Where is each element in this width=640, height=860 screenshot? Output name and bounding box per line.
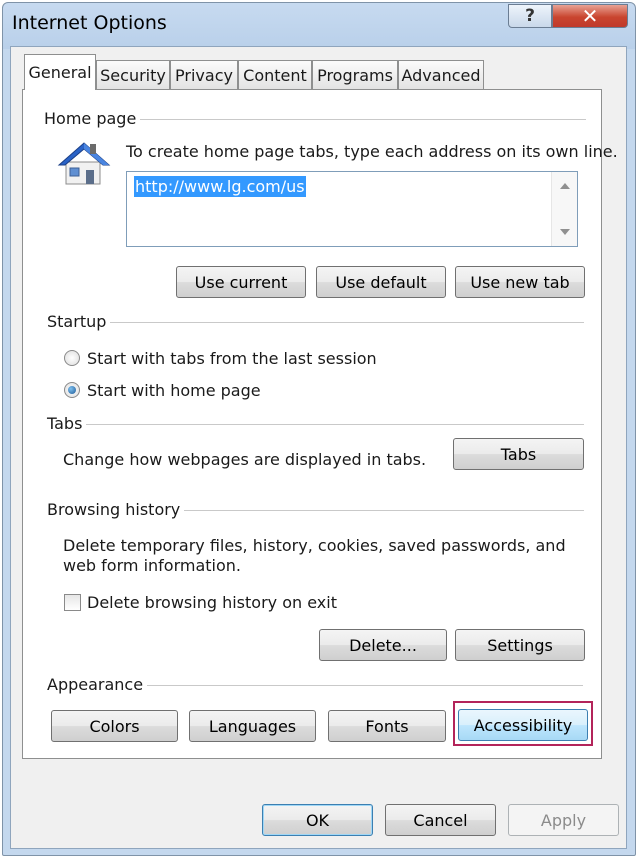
browsing-history-description-2: web form information. xyxy=(63,556,241,575)
radio-home-page-label[interactable]: Start with home page xyxy=(87,381,261,400)
close-icon: ✕ xyxy=(581,4,599,28)
tabs-group-label: Tabs xyxy=(47,414,87,433)
home-page-group-label: Home page xyxy=(44,109,141,128)
radio-last-session-label[interactable]: Start with tabs from the last session xyxy=(87,349,377,368)
radio-last-session[interactable] xyxy=(64,350,80,366)
url-scrollbar[interactable] xyxy=(551,172,577,246)
history-settings-button[interactable]: Settings xyxy=(455,629,585,661)
tabs-description: Change how webpages are displayed in tab… xyxy=(63,450,427,469)
browsing-history-description-1: Delete temporary files, history, cookies… xyxy=(63,536,566,555)
cancel-button[interactable]: Cancel xyxy=(385,804,496,836)
tab-privacy[interactable]: Privacy xyxy=(170,60,238,89)
delete-on-exit-checkbox[interactable] xyxy=(64,594,81,611)
use-current-button[interactable]: Use current xyxy=(176,266,306,298)
home-page-instructions: To create home page tabs, type each addr… xyxy=(126,142,618,161)
accessibility-highlight-box xyxy=(453,701,593,746)
close-button[interactable]: ✕ xyxy=(552,4,628,28)
tab-content[interactable]: Content xyxy=(238,60,312,89)
appearance-divider xyxy=(145,685,583,686)
appearance-group-label: Appearance xyxy=(47,675,148,694)
ok-button[interactable]: OK xyxy=(262,804,373,836)
delete-button[interactable]: Delete... xyxy=(319,629,447,661)
apply-button: Apply xyxy=(508,804,619,836)
home-page-url-value: http://www.lg.com/us xyxy=(134,176,306,197)
tab-security[interactable]: Security xyxy=(96,60,170,89)
window-title: Internet Options xyxy=(12,12,167,34)
use-default-button[interactable]: Use default xyxy=(316,266,446,298)
house-icon xyxy=(57,142,111,185)
browsing-history-group-label: Browsing history xyxy=(47,500,185,519)
radio-home-page[interactable] xyxy=(64,382,80,398)
scroll-up-icon[interactable] xyxy=(560,183,570,189)
scroll-down-icon[interactable] xyxy=(560,229,570,235)
tabs-divider xyxy=(47,424,584,425)
tab-programs[interactable]: Programs xyxy=(312,60,398,89)
help-icon: ? xyxy=(525,6,535,26)
home-page-url-textarea[interactable]: http://www.lg.com/us xyxy=(126,171,578,247)
use-new-tab-button[interactable]: Use new tab xyxy=(455,266,585,298)
help-button[interactable]: ? xyxy=(508,4,552,28)
tabs-settings-button[interactable]: Tabs xyxy=(453,438,584,470)
tab-advanced[interactable]: Advanced xyxy=(398,60,484,89)
colors-button[interactable]: Colors xyxy=(51,710,178,742)
fonts-button[interactable]: Fonts xyxy=(328,710,446,742)
startup-divider xyxy=(47,322,584,323)
languages-button[interactable]: Languages xyxy=(189,710,316,742)
tab-general[interactable]: General xyxy=(24,54,96,90)
delete-on-exit-label[interactable]: Delete browsing history on exit xyxy=(87,593,337,612)
startup-group-label: Startup xyxy=(47,312,111,331)
